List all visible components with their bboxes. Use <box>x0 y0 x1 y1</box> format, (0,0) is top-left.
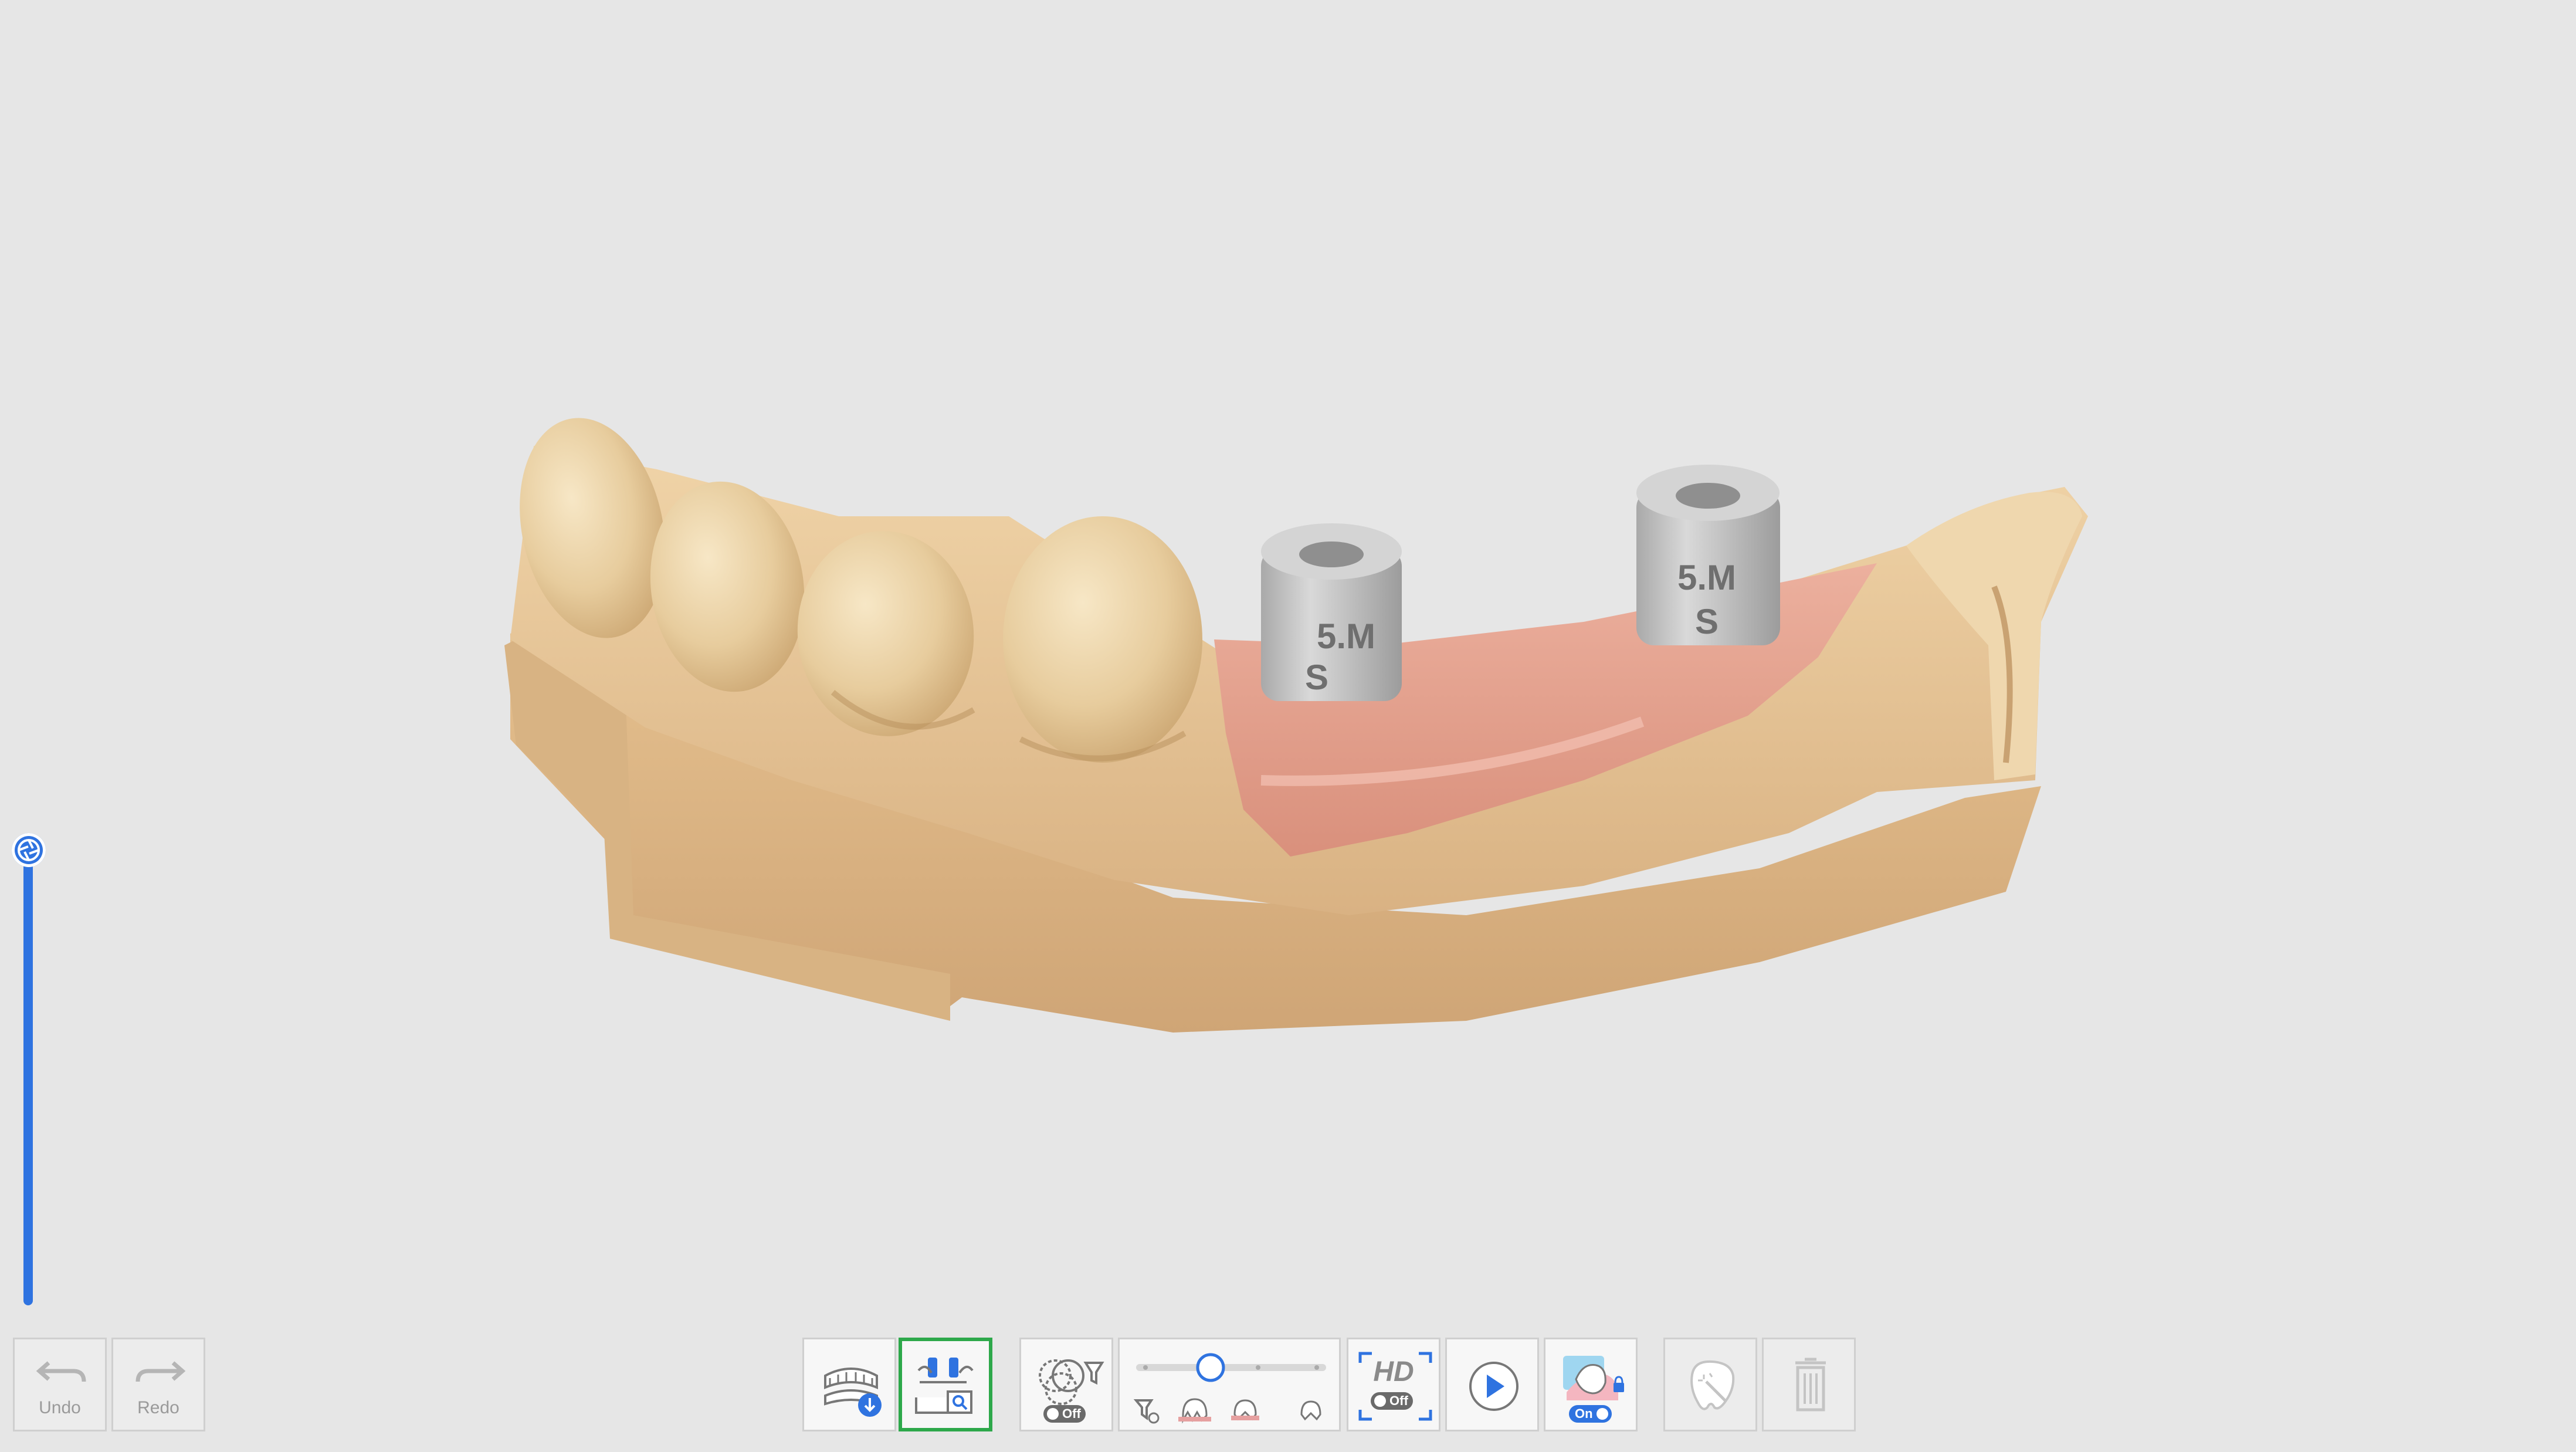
scanbody-2: 5.M S <box>1636 465 1780 645</box>
delete-button[interactable] <box>1762 1338 1856 1431</box>
trash-icon <box>1795 1358 1826 1412</box>
scanbody-library-button[interactable] <box>899 1338 992 1431</box>
brightness-slider-handle[interactable] <box>12 833 46 867</box>
tooth-magic-icon <box>1690 1360 1735 1410</box>
undo-label: Undo <box>39 1398 81 1417</box>
scanbody-2-label-1: 5.M <box>1677 558 1736 597</box>
tooth-4 <box>1003 516 1202 763</box>
scanbody-search-icon <box>915 1358 974 1414</box>
filter-overlap-button[interactable]: Off <box>1019 1338 1113 1431</box>
redo-icon <box>135 1361 186 1382</box>
scanbody-1-label-2: S <box>1305 658 1328 697</box>
tooth-lock-button[interactable]: On <box>1544 1338 1638 1431</box>
arch-download-button[interactable] <box>802 1338 896 1431</box>
scanbody-1: 5.M S <box>1261 523 1402 701</box>
hd-mode-button[interactable]: HD Off <box>1347 1338 1440 1431</box>
redo-button[interactable]: Redo <box>111 1338 205 1431</box>
hd-label: HD <box>1373 1356 1414 1387</box>
play-icon <box>1469 1362 1519 1411</box>
tooth-magic-button[interactable] <box>1663 1338 1757 1431</box>
arch-download-icon <box>824 1368 882 1417</box>
play-button[interactable] <box>1445 1338 1539 1431</box>
filter-level-button[interactable] <box>1118 1338 1341 1431</box>
undo-button[interactable]: Undo <box>13 1338 107 1431</box>
scanbody-2-label-2: S <box>1695 602 1719 641</box>
aperture-icon <box>18 839 40 861</box>
filter-toggle[interactable]: Off <box>1043 1405 1086 1423</box>
brightness-slider-track[interactable] <box>23 854 33 1305</box>
3d-viewport[interactable]: 5.M S 5.M S Undo Redo Off HD Off On <box>0 0 2576 1452</box>
dental-model[interactable]: 5.M S 5.M S <box>0 0 2576 1452</box>
undo-icon <box>36 1361 86 1382</box>
redo-label: Redo <box>137 1398 179 1417</box>
filter-level-slider-icon <box>1133 1353 1326 1424</box>
hd-toggle[interactable]: Off <box>1371 1392 1413 1410</box>
lock-toggle[interactable]: On <box>1569 1405 1612 1423</box>
scanbody-1-label-1: 5.M <box>1317 617 1375 656</box>
